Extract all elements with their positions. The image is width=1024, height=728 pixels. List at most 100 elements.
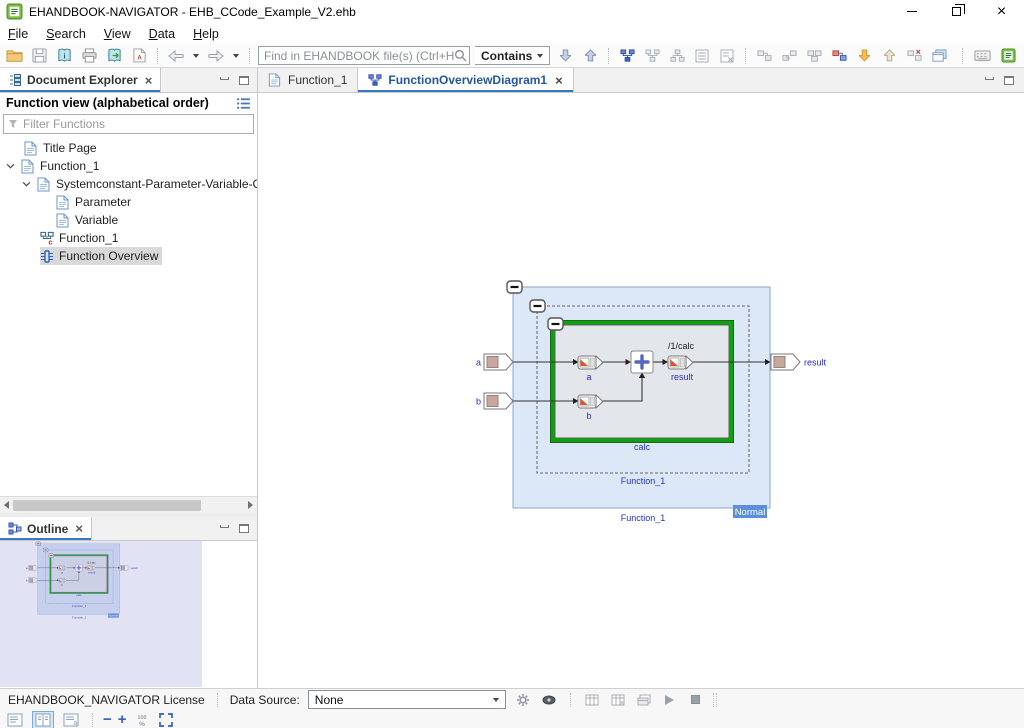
print-icon[interactable] [79, 46, 99, 66]
expand-subsystem-icon[interactable] [754, 46, 774, 66]
new-window-icon[interactable] [929, 46, 949, 66]
expand-all-icon[interactable] [804, 46, 824, 66]
remove-diagram-icon[interactable] [904, 46, 924, 66]
handbook-icon[interactable]: i [54, 46, 74, 66]
calibration-grid-icon[interactable] [583, 692, 601, 708]
component-view-icon[interactable] [829, 46, 849, 66]
search-icon[interactable] [454, 49, 467, 62]
svg-text:i: i [63, 51, 65, 60]
stop-measurement-icon[interactable] [687, 692, 705, 708]
document-icon [268, 73, 282, 87]
tab-function-1[interactable]: Function_1 [258, 68, 357, 92]
list-view-icon[interactable] [692, 46, 712, 66]
clear-list-icon[interactable] [717, 46, 737, 66]
view-menu-icon[interactable] [236, 97, 251, 110]
function-overview-diagram-icon [368, 73, 382, 87]
scroll-left-icon[interactable] [0, 497, 13, 514]
menu-help[interactable]: Help [193, 27, 219, 41]
data-source-dropdown[interactable]: None [308, 690, 506, 709]
back-icon[interactable] [166, 46, 186, 66]
application-window: EHANDBOOK-NAVIGATOR - EHB_CCode_Example_… [0, 0, 1024, 728]
start-measurement-icon[interactable] [661, 692, 679, 708]
chevron-down-icon[interactable] [6, 163, 15, 169]
collapse-subsystem-icon[interactable] [779, 46, 799, 66]
forward-icon[interactable] [206, 46, 226, 66]
minimize-button[interactable] [889, 0, 934, 23]
filter-functions-input[interactable]: Filter Functions [3, 114, 254, 134]
close-tab-icon[interactable]: × [75, 521, 83, 536]
forward-history-dropdown-icon[interactable] [231, 46, 241, 66]
tree-item-parameter[interactable]: Parameter [0, 193, 257, 211]
tab-label: Outline [27, 522, 68, 536]
minimize-editor-icon[interactable] [985, 77, 994, 80]
pdf-export-icon[interactable]: A [129, 46, 149, 66]
back-history-dropdown-icon[interactable] [191, 46, 201, 66]
open-icon[interactable] [4, 46, 24, 66]
two-page-view-icon[interactable] [32, 711, 54, 728]
save-icon[interactable] [29, 46, 49, 66]
close-button[interactable]: × [979, 0, 1024, 23]
zoom-in-icon[interactable]: + [118, 712, 127, 727]
outline-panel: Outline × [0, 517, 257, 688]
find-input[interactable] [264, 49, 454, 63]
tab-document-explorer[interactable]: Document Explorer × [0, 68, 161, 92]
fit-to-view-icon[interactable] [157, 712, 175, 728]
search-mode-dropdown[interactable]: Contains [475, 46, 550, 65]
selected-tree-item: Function Overview [40, 247, 162, 265]
menu-view[interactable]: View [104, 27, 131, 41]
scroll-right-icon[interactable] [244, 497, 257, 514]
menu-file[interactable]: File [8, 27, 28, 41]
tree-item-title-page[interactable]: Title Page [0, 139, 257, 157]
horizontal-scrollbar[interactable] [0, 496, 257, 513]
data-source-label: Data Source: [230, 693, 300, 707]
single-page-view-icon[interactable] [4, 711, 26, 728]
menu-bar: File Search View Data Help [0, 23, 1024, 44]
document-icon [24, 141, 38, 156]
document-icon [56, 213, 70, 228]
close-tab-icon[interactable]: × [555, 73, 563, 88]
function-overview-diagram[interactable] [470, 278, 842, 532]
outline-thumbnail-area[interactable] [0, 541, 257, 688]
menu-search[interactable]: Search [46, 27, 86, 41]
zoom-100-icon[interactable]: 100% [133, 712, 151, 728]
tab-outline[interactable]: Outline × [0, 517, 92, 540]
maximize-panel-icon[interactable] [239, 524, 249, 533]
scrollbar-thumb[interactable] [13, 500, 201, 511]
tab-function-overview-diagram-1[interactable]: FunctionOverviewDiagram1 × [357, 68, 573, 92]
diagram-canvas[interactable] [258, 93, 1024, 688]
function-overview-icon [40, 249, 54, 264]
restore-button[interactable] [934, 0, 979, 23]
menu-data[interactable]: Data [149, 27, 175, 41]
tree-item-function-overview[interactable]: Function Overview [0, 247, 257, 265]
about-navigator-icon[interactable] [998, 46, 1018, 66]
svg-text:a: a [74, 720, 78, 727]
minimize-panel-icon[interactable] [220, 77, 229, 80]
function-overview-icon[interactable] [617, 46, 637, 66]
tree-item-function-1[interactable]: Function_1 [0, 157, 257, 175]
callers-diagram-icon[interactable] [642, 46, 662, 66]
measurement-grid-icon[interactable] [609, 692, 627, 708]
data-source-view-icon[interactable] [540, 692, 558, 708]
keyboard-shortcuts-icon[interactable] [972, 46, 992, 66]
import-data-icon[interactable] [854, 46, 874, 66]
close-tab-icon[interactable]: × [145, 73, 153, 88]
find-next-icon[interactable] [555, 46, 575, 66]
export-data-icon[interactable] [879, 46, 899, 66]
title-bar: EHANDBOOK-NAVIGATOR - EHB_CCode_Example_… [0, 0, 1024, 23]
find-previous-icon[interactable] [580, 46, 600, 66]
zoom-out-icon[interactable]: − [103, 712, 112, 727]
minimize-panel-icon[interactable] [220, 525, 229, 528]
export-handbook-icon[interactable] [104, 46, 124, 66]
text-page-view-icon[interactable]: a [60, 711, 82, 728]
chevron-down-icon[interactable] [22, 181, 31, 187]
tree-item-function-1-diagram[interactable]: c Function_1 [0, 229, 257, 247]
maximize-editor-icon[interactable] [1004, 76, 1014, 85]
tree-item-systemconstant-chapter[interactable]: Systemconstant-Parameter-Variable-Ch [0, 175, 257, 193]
data-source-settings-icon[interactable] [514, 692, 532, 708]
experiment-grid-icon[interactable] [635, 692, 653, 708]
callees-diagram-icon[interactable] [667, 46, 687, 66]
window-title: EHANDBOOK-NAVIGATOR - EHB_CCode_Example_… [29, 5, 356, 19]
outline-viewport-indicator[interactable] [0, 541, 202, 687]
tree-item-variable[interactable]: Variable [0, 211, 257, 229]
maximize-panel-icon[interactable] [239, 76, 249, 85]
